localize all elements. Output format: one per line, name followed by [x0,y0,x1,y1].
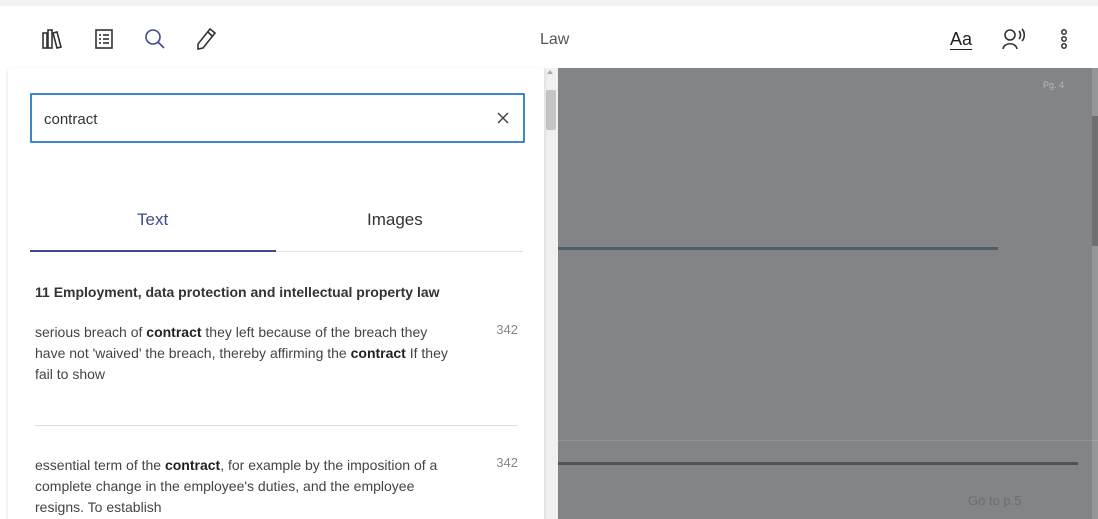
more-icon[interactable] [1050,24,1078,54]
search-icon[interactable] [141,24,169,54]
list-item[interactable]: essential term of the contract, for exam… [35,455,518,518]
sidebar-scrollbar[interactable] [544,68,558,519]
page-number: Pg. 4 [1043,80,1065,90]
sidebar-scroll-thumb[interactable] [546,90,556,130]
snippet-text: essential term of the [35,457,165,473]
top-toolbar: Law Aa [0,0,1098,68]
result-snippet: essential term of the contract, for exam… [35,455,455,518]
scroll-up-arrow-icon[interactable] [547,70,553,74]
tab-images[interactable]: Images [367,210,423,230]
result-page-number: 342 [496,322,518,337]
search-input[interactable] [42,107,486,131]
tab-text[interactable]: Text [137,210,168,230]
search-panel: Text Images 11 Employment, data protecti… [8,68,544,519]
page-rule [558,247,998,250]
search-hit: contract [146,324,202,340]
search-field [30,93,525,143]
reader-scroll-thumb[interactable] [1092,116,1098,246]
result-divider [35,425,518,426]
search-hit: contract [164,457,221,473]
clear-search-icon[interactable] [493,108,513,128]
read-aloud-icon[interactable] [1000,24,1028,54]
dim-overlay[interactable] [558,68,1098,519]
result-chapter-heading: 11 Employment, data protection and intel… [35,284,440,300]
page-progress-rule [558,462,1078,465]
library-icon[interactable] [38,24,66,54]
list-item[interactable]: serious breach of contract they left bec… [35,322,518,385]
result-snippet: serious breach of contract they left bec… [35,322,455,385]
search-hit: contract [350,345,406,361]
book-title: Law [540,31,570,48]
result-page-number: 342 [496,455,518,470]
page-footer-divider [558,440,1098,441]
contents-icon[interactable] [90,24,118,54]
snippet-text: serious breach of [35,324,147,340]
pencil-icon[interactable] [192,24,220,54]
font-settings-button[interactable]: Aa [950,29,972,50]
active-tab-indicator [30,250,276,252]
go-to-page-link[interactable]: Go to p.5 [968,493,1021,508]
